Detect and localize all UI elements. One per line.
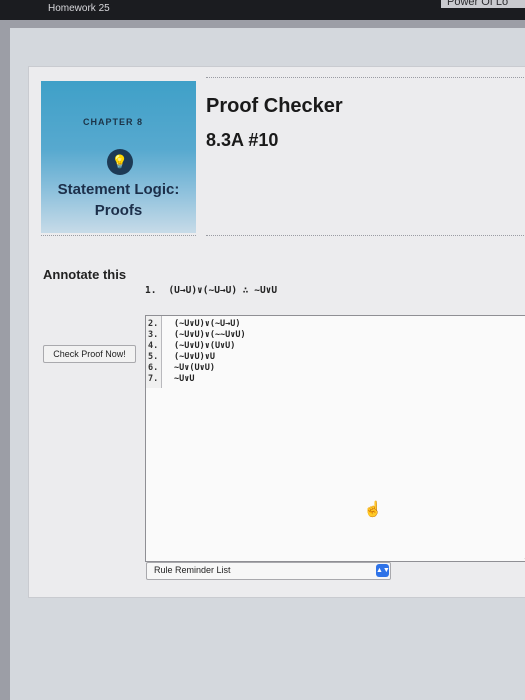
check-proof-button[interactable]: Check Proof Now!	[43, 345, 136, 363]
tab-power-of-logic[interactable]: Power Of Lo	[441, 0, 525, 8]
proof-line-number: 6.	[148, 363, 159, 373]
page-background: CHAPTER 8 💡 Statement Logic: Proofs Proo…	[10, 28, 525, 700]
proof-input-textarea[interactable]: 2. (~U∨U)∨(~U→U) 3. (~U∨U)∨(~~U∨U) 4. (~…	[145, 315, 525, 562]
lightbulb-icon: 💡	[107, 149, 133, 175]
chapter-title: Statement Logic: Proofs	[41, 179, 196, 221]
proof-line-text: (~U∨U)∨U	[174, 352, 215, 362]
premise-line: 1. (U→U)∨(~U→U) ∴ ~U∨U	[145, 285, 277, 296]
proof-checker-card: CHAPTER 8 💡 Statement Logic: Proofs Proo…	[28, 66, 525, 598]
page-title: Proof Checker	[206, 95, 343, 117]
annotate-label: Annotate this	[43, 267, 127, 282]
chapter-title-line2: Proofs	[94, 202, 143, 219]
proof-line-text: ~U∨(U∨U)	[174, 363, 215, 373]
proof-line-number: 4.	[148, 341, 159, 351]
proof-line-text: (~U∨U)∨(U∨U)	[174, 341, 236, 351]
divider-left	[41, 235, 196, 236]
proof-line-number: 2.	[148, 319, 159, 329]
chapter-label: CHAPTER 8	[83, 117, 144, 127]
proof-line-text: (~U∨U)∨(~~U∨U)	[174, 330, 246, 340]
tab-homework[interactable]: Homework 25	[48, 3, 110, 14]
rule-reminder-label: Rule Reminder List	[154, 565, 231, 575]
chapter-title-line1: Statement Logic:	[57, 181, 180, 198]
premise-number: 1.	[145, 285, 157, 296]
chevron-updown-icon[interactable]: ▲▼	[376, 564, 390, 577]
proof-line-number: 3.	[148, 330, 159, 340]
proof-line-number: 7.	[148, 374, 159, 384]
rule-reminder-select[interactable]: Rule Reminder List ▲▼	[146, 562, 391, 580]
pointer-hand-icon: ☝	[363, 501, 383, 518]
window-topbar: Homework 25 Power Of Lo	[0, 0, 525, 20]
divider-top	[206, 77, 524, 78]
problem-number: 8.3A #10	[206, 130, 279, 150]
proof-line-text: ~U∨U	[174, 374, 195, 384]
divider-right	[206, 235, 524, 236]
proof-line-text: (~U∨U)∨(~U→U)	[174, 319, 241, 329]
premise-formula: (U→U)∨(~U→U) ∴ ~U∨U	[168, 285, 278, 296]
proof-line-number: 5.	[148, 352, 159, 362]
chapter-banner: CHAPTER 8 💡 Statement Logic: Proofs	[41, 81, 196, 233]
